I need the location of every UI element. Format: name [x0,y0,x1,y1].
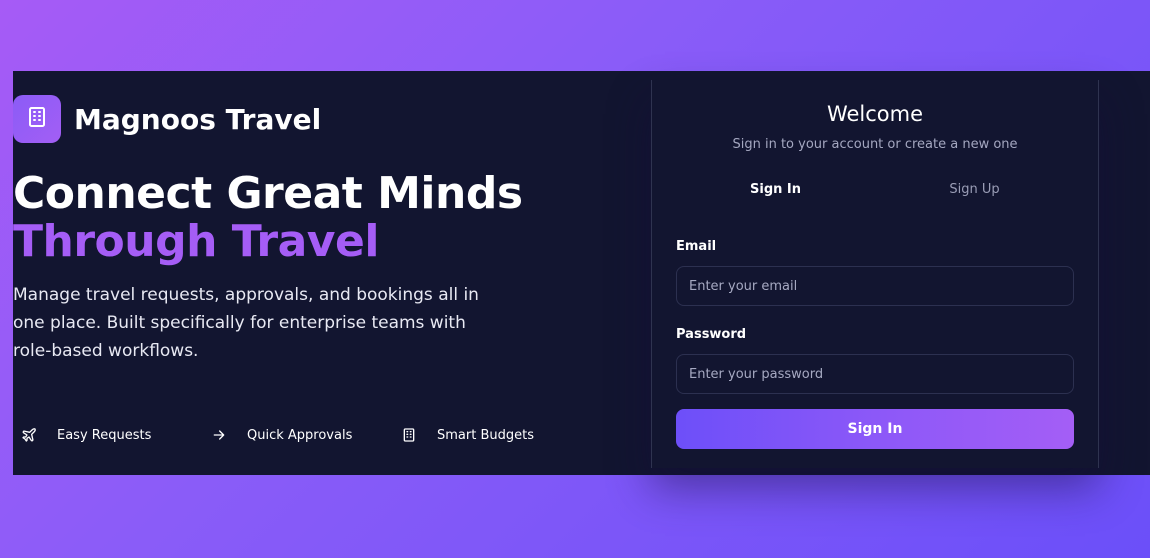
headline-line-2: Through Travel [13,216,379,267]
auth-tabs: Sign In Sign Up [676,178,1074,204]
feature-smart-budgets: Smart Budgets [400,424,570,446]
hero-description: Manage travel requests, approvals, and b… [13,285,479,361]
auth-card: Welcome Sign in to your account or creat… [651,80,1099,468]
password-field[interactable] [676,354,1074,394]
headline-line-1: Connect Great Minds [13,168,523,219]
building-icon [400,426,418,444]
card-subtitle: Sign in to your account or create a new … [732,137,1018,152]
feature-list: Easy Requests Quick Approvals Smart Budg… [20,424,570,446]
card-title: Welcome [826,102,924,126]
email-label: Email [676,239,717,254]
plane-icon [20,426,38,444]
brand-name: Magnoos Travel [74,102,322,136]
building-icon [25,105,49,133]
arrow-right-icon [210,426,228,444]
tab-sign-in[interactable]: Sign In [676,178,875,204]
feature-label: Smart Budgets [437,427,534,443]
feature-label: Easy Requests [57,427,152,443]
feature-label: Quick Approvals [247,427,353,443]
password-label: Password [676,327,747,342]
feature-quick-approvals: Quick Approvals [210,424,400,446]
tab-sign-up[interactable]: Sign Up [875,178,1074,204]
email-field[interactable] [676,266,1074,306]
sign-in-button[interactable]: Sign In [676,409,1074,449]
brand-logo [13,95,61,143]
feature-easy-requests: Easy Requests [20,424,210,446]
brand: Magnoos Travel [13,95,321,143]
